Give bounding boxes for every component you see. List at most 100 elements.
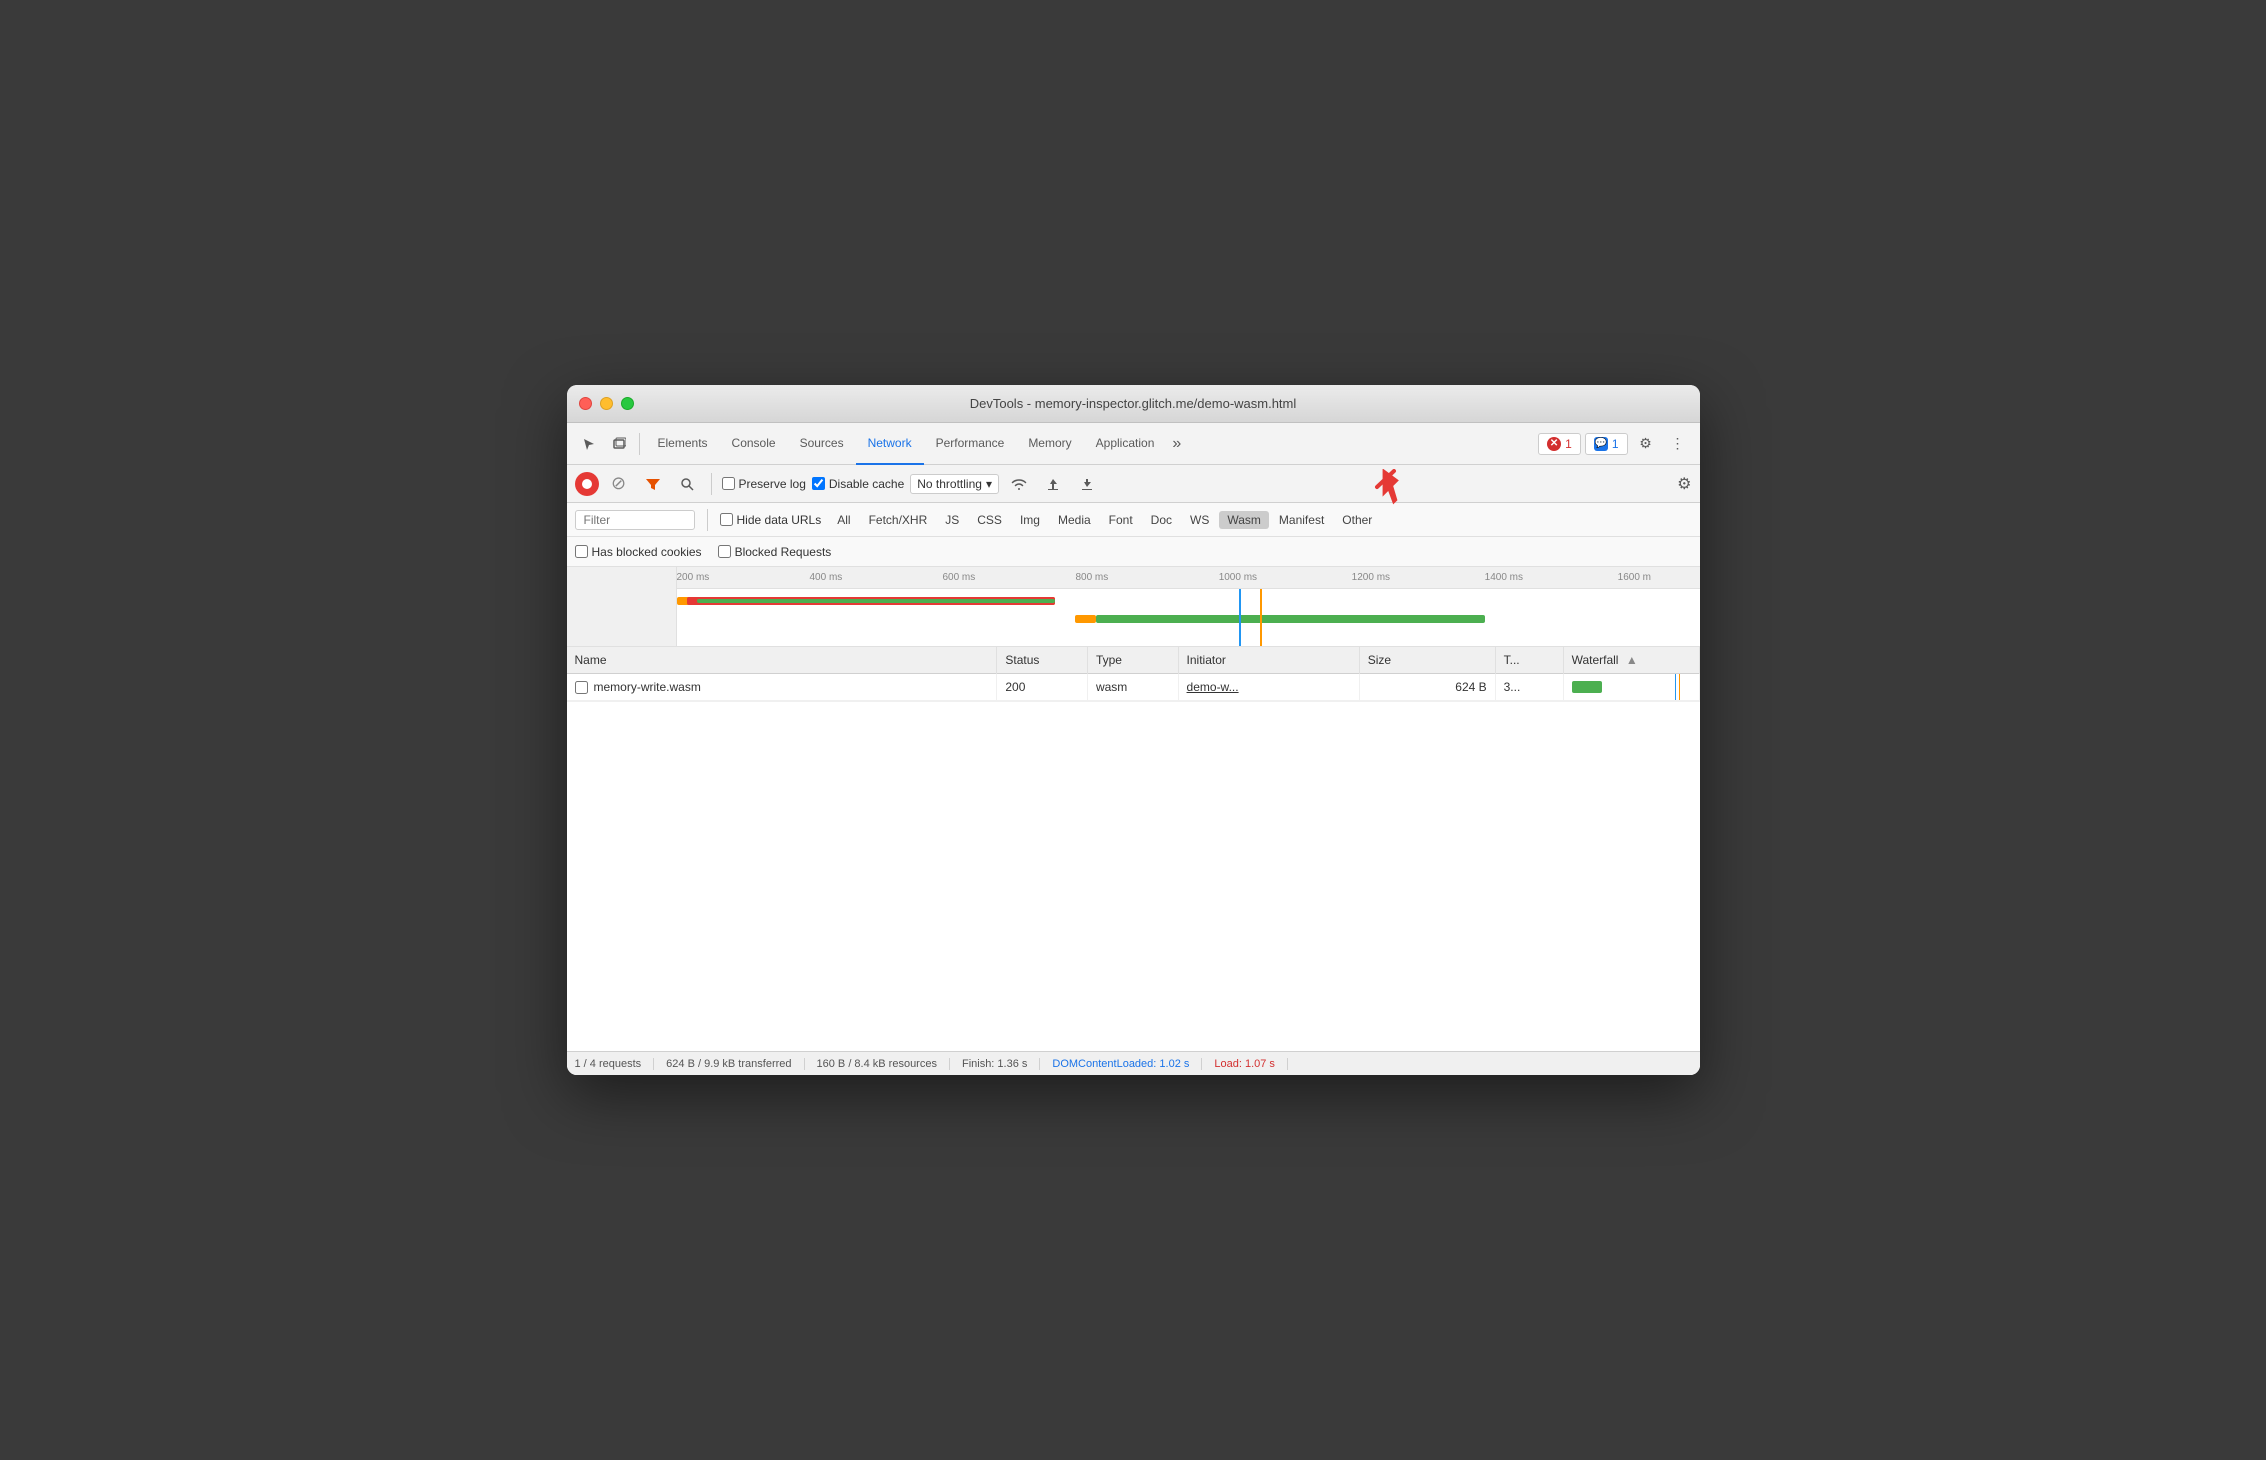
waterfall-vlines bbox=[1671, 674, 1691, 700]
devtools-window: DevTools - memory-inspector.glitch.me/de… bbox=[567, 385, 1700, 1075]
status-requests: 1 / 4 requests bbox=[575, 1058, 655, 1070]
filter-img[interactable]: Img bbox=[1012, 511, 1048, 529]
table-header: Name Status Type Initiator Size bbox=[567, 647, 1700, 674]
error-badge-button[interactable]: ✕ 1 bbox=[1538, 433, 1581, 455]
tab-performance[interactable]: Performance bbox=[924, 423, 1017, 465]
timeline-header-row: 200 ms 400 ms 600 ms 800 ms 1000 ms 1200… bbox=[677, 567, 1700, 589]
preserve-log-input[interactable] bbox=[722, 477, 735, 490]
more-options-icon[interactable]: ⋮ bbox=[1664, 430, 1692, 458]
filter-other[interactable]: Other bbox=[1334, 511, 1380, 529]
network-settings-icon[interactable]: ⚙ bbox=[1677, 474, 1691, 494]
cursor-icon[interactable] bbox=[575, 430, 603, 458]
stop-icon[interactable]: ⊘ bbox=[605, 470, 633, 498]
blocked-requests-input[interactable] bbox=[718, 545, 731, 558]
filter-font[interactable]: Font bbox=[1101, 511, 1141, 529]
filter-manifest[interactable]: Manifest bbox=[1271, 511, 1332, 529]
hide-data-urls-checkbox[interactable]: Hide data URLs bbox=[720, 513, 822, 527]
status-load: Load: 1.07 s bbox=[1202, 1058, 1288, 1070]
filter-divider bbox=[707, 509, 708, 531]
filter-css[interactable]: CSS bbox=[969, 511, 1010, 529]
tab-sources[interactable]: Sources bbox=[788, 423, 856, 465]
col-header-type[interactable]: Type bbox=[1087, 647, 1178, 674]
tab-overflow-button[interactable]: » bbox=[1166, 435, 1187, 453]
disable-cache-input[interactable] bbox=[812, 477, 825, 490]
timeline-vline-blue bbox=[1239, 589, 1241, 646]
blocked-cookies-checkbox[interactable]: Has blocked cookies bbox=[575, 545, 702, 559]
table-body: memory-write.wasm 200 wasm demo-w... bbox=[567, 674, 1700, 701]
filter-icon[interactable] bbox=[639, 470, 667, 498]
wf-vline-blue bbox=[1675, 674, 1676, 700]
tab-console[interactable]: Console bbox=[720, 423, 788, 465]
throttle-arrow-icon: ▾ bbox=[986, 477, 992, 491]
record-icon bbox=[582, 479, 592, 489]
cell-size: 624 B bbox=[1359, 674, 1495, 701]
record-button[interactable] bbox=[575, 472, 599, 496]
filter-js[interactable]: JS bbox=[937, 511, 967, 529]
arrow-annotation bbox=[1359, 469, 1399, 499]
table-row[interactable]: memory-write.wasm 200 wasm demo-w... bbox=[567, 674, 1700, 701]
filter-wasm[interactable]: Wasm bbox=[1219, 511, 1269, 529]
waterfall-bar bbox=[1572, 681, 1602, 693]
throttle-select[interactable]: No throttling ▾ bbox=[910, 474, 999, 494]
cell-type: wasm bbox=[1087, 674, 1178, 701]
hide-data-urls-input[interactable] bbox=[720, 513, 733, 526]
filter-type-buttons: All Fetch/XHR JS CSS Img Media Font Doc … bbox=[829, 511, 1691, 529]
tab-network[interactable]: Network bbox=[856, 423, 924, 465]
marker-1600ms: 1600 m bbox=[1618, 572, 1651, 583]
devtools-panel: Elements Console Sources Network Perform… bbox=[567, 423, 1700, 1075]
marker-800ms: 800 ms bbox=[1075, 572, 1108, 583]
filter-doc[interactable]: Doc bbox=[1143, 511, 1180, 529]
network-toolbar: ⊘ Preserve log Disable cache No throttli… bbox=[567, 465, 1700, 503]
network-table: Name Status Type Initiator Size bbox=[567, 647, 1700, 701]
timeline-scale: 200 ms 400 ms 600 ms 800 ms 1000 ms 1200… bbox=[677, 567, 1700, 646]
col-header-name[interactable]: Name bbox=[567, 647, 997, 674]
layers-icon[interactable] bbox=[605, 430, 633, 458]
upload-icon[interactable] bbox=[1039, 470, 1067, 498]
tab-elements[interactable]: Elements bbox=[646, 423, 720, 465]
cell-waterfall bbox=[1563, 674, 1699, 701]
error-icon: ✕ bbox=[1547, 437, 1561, 451]
sort-arrow-icon: ▲ bbox=[1626, 653, 1638, 667]
row-checkbox[interactable] bbox=[575, 681, 588, 694]
download-icon[interactable] bbox=[1073, 470, 1101, 498]
search-icon[interactable] bbox=[673, 470, 701, 498]
cell-initiator: demo-w... bbox=[1178, 674, 1359, 701]
col-header-initiator[interactable]: Initiator bbox=[1178, 647, 1359, 674]
minimize-button[interactable] bbox=[600, 397, 613, 410]
info-badge-button[interactable]: 💬 1 bbox=[1585, 433, 1628, 455]
col-header-status[interactable]: Status bbox=[997, 647, 1088, 674]
red-arrow-icon bbox=[1359, 469, 1409, 509]
filter-all[interactable]: All bbox=[829, 511, 858, 529]
filter-ws[interactable]: WS bbox=[1182, 511, 1217, 529]
cell-status: 200 bbox=[997, 674, 1088, 701]
status-transferred: 624 B / 9.9 kB transferred bbox=[654, 1058, 804, 1070]
toolbar-divider-2 bbox=[711, 473, 712, 495]
settings-gear-icon[interactable]: ⚙ bbox=[1632, 430, 1660, 458]
disable-cache-checkbox[interactable]: Disable cache bbox=[812, 477, 904, 491]
cell-name: memory-write.wasm bbox=[567, 674, 997, 701]
blocked-requests-checkbox[interactable]: Blocked Requests bbox=[718, 545, 832, 559]
blocked-cookies-input[interactable] bbox=[575, 545, 588, 558]
col-header-waterfall[interactable]: Waterfall ▲ bbox=[1563, 647, 1699, 674]
toolbar-divider bbox=[639, 433, 640, 455]
filter-media[interactable]: Media bbox=[1050, 511, 1099, 529]
empty-content-area bbox=[567, 701, 1700, 1051]
top-toolbar: Elements Console Sources Network Perform… bbox=[567, 423, 1700, 465]
timeline-container: 200 ms 400 ms 600 ms 800 ms 1000 ms 1200… bbox=[567, 567, 1700, 646]
maximize-button[interactable] bbox=[621, 397, 634, 410]
traffic-lights bbox=[579, 397, 634, 410]
tab-memory[interactable]: Memory bbox=[1016, 423, 1083, 465]
col-header-size[interactable]: Size bbox=[1359, 647, 1495, 674]
network-table-container: Name Status Type Initiator Size bbox=[567, 647, 1700, 701]
close-button[interactable] bbox=[579, 397, 592, 410]
filter-input[interactable] bbox=[575, 510, 695, 530]
timeline-vline-orange bbox=[1260, 589, 1262, 646]
wifi-icon[interactable] bbox=[1005, 470, 1033, 498]
tab-application[interactable]: Application bbox=[1084, 423, 1167, 465]
timeline-bar-green-2 bbox=[1096, 615, 1485, 623]
preserve-log-checkbox[interactable]: Preserve log bbox=[722, 477, 806, 491]
status-dom-loaded: DOMContentLoaded: 1.02 s bbox=[1040, 1058, 1202, 1070]
filter-fetch-xhr[interactable]: Fetch/XHR bbox=[861, 511, 936, 529]
col-header-time[interactable]: T... bbox=[1495, 647, 1563, 674]
timeline-area: 200 ms 400 ms 600 ms 800 ms 1000 ms 1200… bbox=[567, 567, 1700, 647]
